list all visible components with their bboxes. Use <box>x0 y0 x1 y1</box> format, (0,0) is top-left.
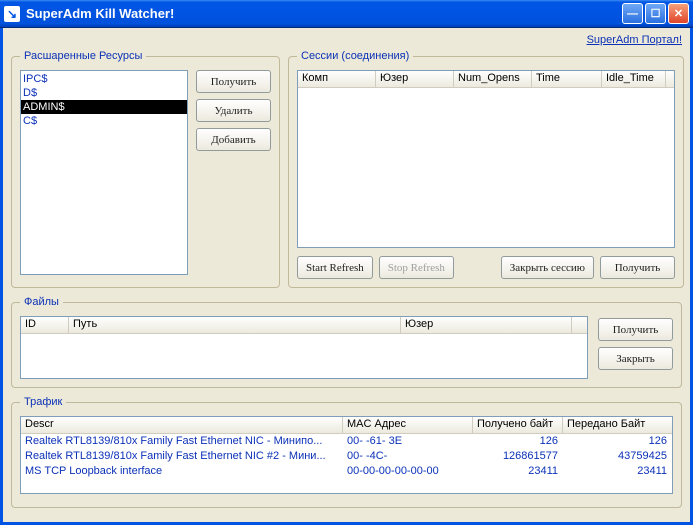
files-close-button[interactable]: Закрыть <box>598 347 673 370</box>
traffic-legend: Трафик <box>20 396 66 408</box>
col-user[interactable]: Юзер <box>376 71 454 87</box>
col-path[interactable]: Путь <box>69 317 401 333</box>
col-id[interactable]: ID <box>21 317 69 333</box>
portal-link[interactable]: SuperAdm Портал! <box>587 34 682 46</box>
traffic-group: Трафик Descr MAC Адрес Получено байт Пер… <box>11 396 682 508</box>
files-header: ID Путь Юзер <box>21 317 587 334</box>
col-tx[interactable]: Передано Байт <box>563 417 672 433</box>
resources-legend: Расшаренные Ресурсы <box>20 50 146 62</box>
resources-listbox[interactable]: IPC$ D$ ADMIN$ C$ <box>20 70 188 275</box>
table-row: Realtek RTL8139/810x Family Fast Etherne… <box>21 434 672 449</box>
files-listview[interactable]: ID Путь Юзер <box>20 316 588 379</box>
files-group: Файлы ID Путь Юзер Получить Закрыть <box>11 296 682 388</box>
stop-refresh-button[interactable]: Stop Refresh <box>379 256 454 279</box>
client-area: SuperAdm Портал! Расшаренные Ресурсы IPC… <box>0 28 693 525</box>
col-idletime[interactable]: Idle_Time <box>602 71 666 87</box>
traffic-body: Realtek RTL8139/810x Family Fast Etherne… <box>21 434 672 493</box>
resources-delete-button[interactable]: Удалить <box>196 99 271 122</box>
resources-get-button[interactable]: Получить <box>196 70 271 93</box>
resources-group: Расшаренные Ресурсы IPC$ D$ ADMIN$ C$ По… <box>11 50 280 288</box>
top-link-bar: SuperAdm Портал! <box>11 32 682 50</box>
sessions-header: Комп Юзер Num_Opens Time Idle_Time <box>298 71 674 88</box>
traffic-header: Descr MAC Адрес Получено байт Передано Б… <box>21 417 672 434</box>
minimize-button[interactable]: — <box>622 3 643 24</box>
files-body <box>21 334 587 378</box>
sessions-legend: Сессии (соединения) <box>297 50 413 62</box>
traffic-listview[interactable]: Descr MAC Адрес Получено байт Передано Б… <box>20 416 673 494</box>
close-session-button[interactable]: Закрыть сессию <box>501 256 594 279</box>
resources-add-button[interactable]: Добавить <box>196 128 271 151</box>
maximize-button[interactable]: ☐ <box>645 3 666 24</box>
app-icon: ↘ <box>4 6 20 22</box>
list-item[interactable]: IPC$ <box>21 72 187 86</box>
start-refresh-button[interactable]: Start Refresh <box>297 256 373 279</box>
sessions-group: Сессии (соединения) Комп Юзер Num_Opens … <box>288 50 684 288</box>
col-time[interactable]: Time <box>532 71 602 87</box>
table-row: Realtek RTL8139/810x Family Fast Etherne… <box>21 449 672 464</box>
table-row: MS TCP Loopback interface 00-00-00-00-00… <box>21 464 672 479</box>
list-item[interactable]: C$ <box>21 114 187 128</box>
sessions-body <box>298 88 674 247</box>
sessions-get-button[interactable]: Получить <box>600 256 675 279</box>
col-spacer <box>666 71 674 87</box>
files-get-button[interactable]: Получить <box>598 318 673 341</box>
col-comp[interactable]: Комп <box>298 71 376 87</box>
titlebar: ↘ SuperAdm Kill Watcher! — ☐ ✕ <box>0 0 693 28</box>
col-rx[interactable]: Получено байт <box>473 417 563 433</box>
col-user[interactable]: Юзер <box>401 317 572 333</box>
list-item[interactable]: ADMIN$ <box>21 100 187 114</box>
col-mac[interactable]: MAC Адрес <box>343 417 473 433</box>
sessions-listview[interactable]: Комп Юзер Num_Opens Time Idle_Time <box>297 70 675 248</box>
col-descr[interactable]: Descr <box>21 417 343 433</box>
close-button[interactable]: ✕ <box>668 3 689 24</box>
col-numopens[interactable]: Num_Opens <box>454 71 532 87</box>
col-spacer <box>572 317 587 333</box>
files-legend: Файлы <box>20 296 63 308</box>
window-title: SuperAdm Kill Watcher! <box>26 6 620 21</box>
list-item[interactable]: D$ <box>21 86 187 100</box>
